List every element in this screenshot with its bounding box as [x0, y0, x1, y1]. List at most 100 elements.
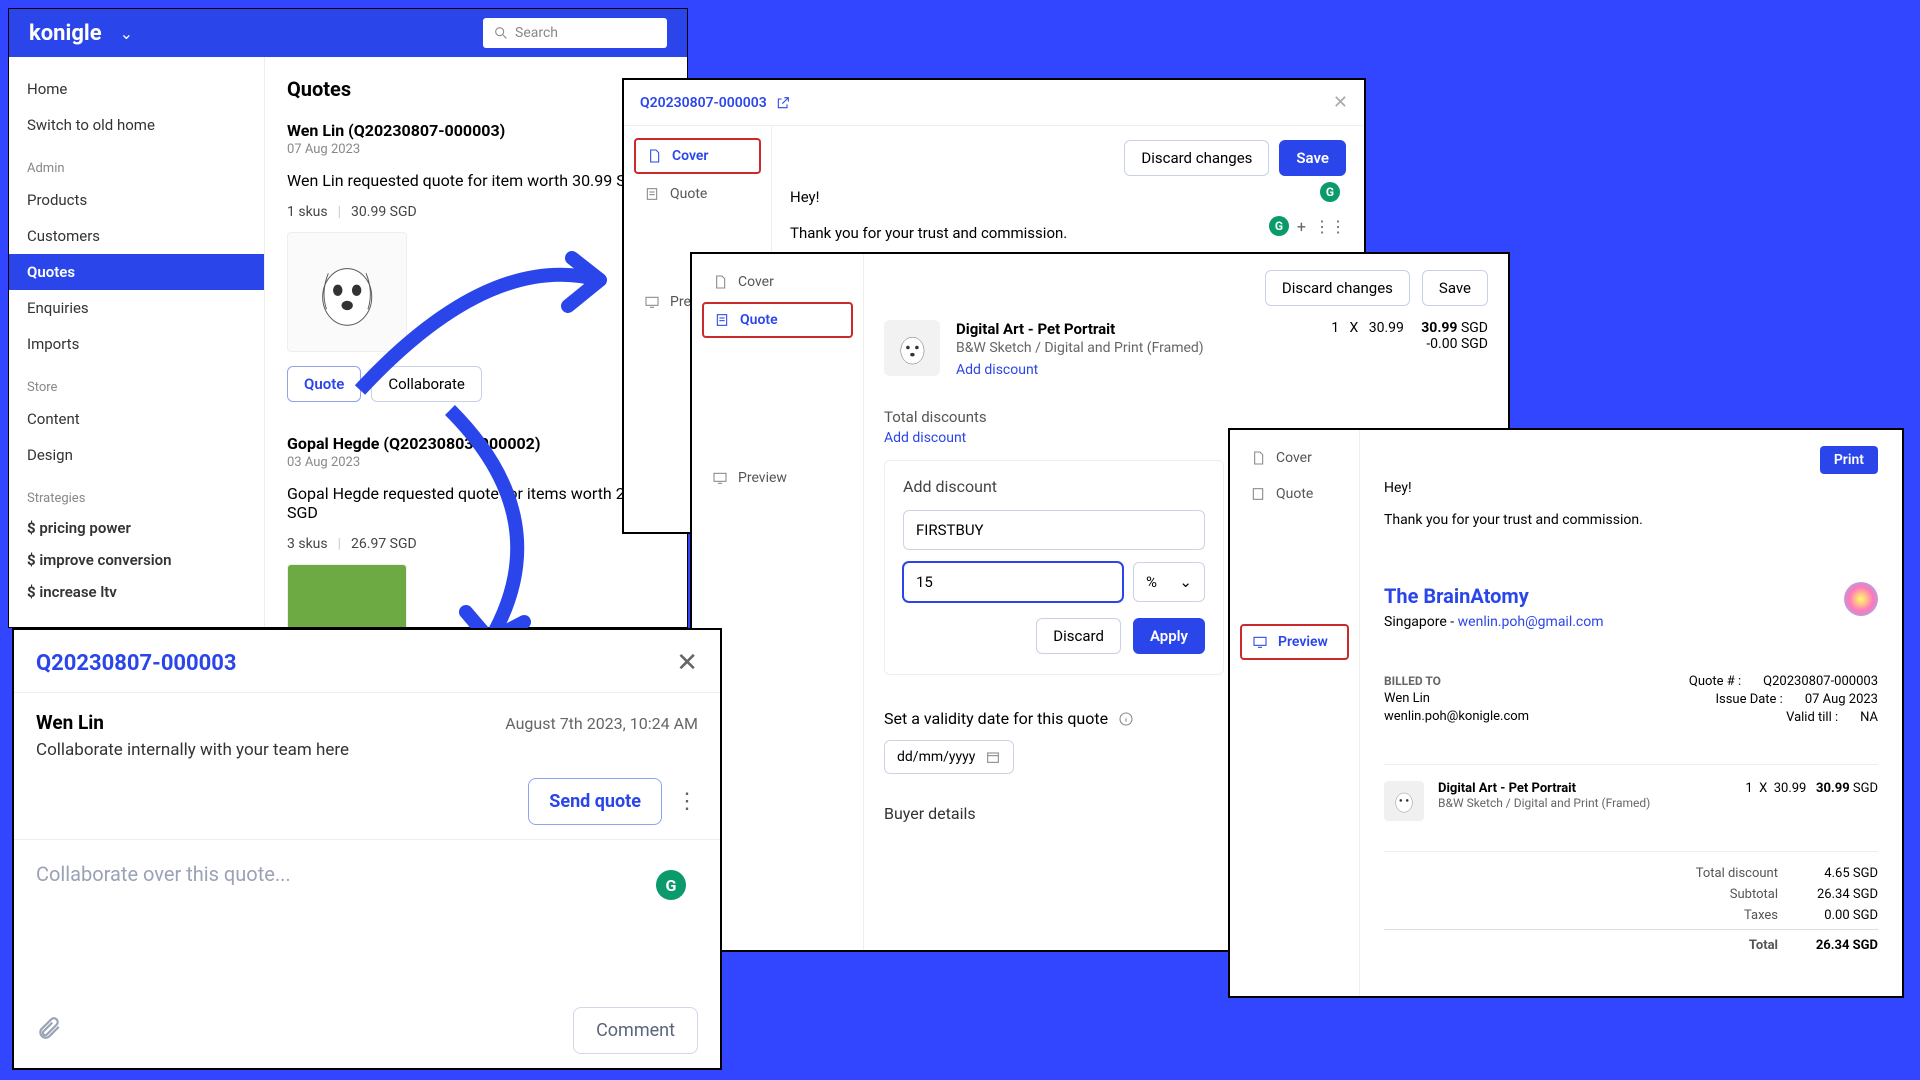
item-unit-price: 30.99 [1369, 320, 1404, 336]
preview-greeting: Hey! [1384, 480, 1878, 496]
save-button[interactable]: Save [1422, 270, 1488, 306]
quote-no: Q20230807-000003 [1763, 674, 1878, 689]
quote-meta: 1 skus|30.99 SGD [287, 204, 665, 220]
issue-date-label: Issue Date : [1715, 692, 1782, 707]
editor-inline-toolbar[interactable]: G + ⋮⋮ [1269, 216, 1346, 236]
search-input[interactable]: Search [483, 18, 667, 48]
sidebar-item-products[interactable]: Products [9, 182, 264, 218]
quote-icon [644, 186, 660, 202]
nav-preview[interactable]: Preview [702, 462, 853, 494]
nav-label: Cover [738, 274, 774, 290]
nav-label: Preview [1278, 634, 1328, 650]
sidebar-item-home[interactable]: Home [9, 71, 264, 107]
discount-value-input[interactable] [903, 562, 1123, 602]
nav-quote[interactable]: Quote [1240, 478, 1349, 510]
item-name: Digital Art - Pet Portrait [1438, 781, 1650, 796]
nav-quote[interactable]: Quote [634, 178, 761, 210]
item-subtotal: 30.99 [1816, 781, 1850, 796]
nav-quote[interactable]: Quote [702, 302, 853, 338]
quote-skus: 1 skus [287, 204, 328, 220]
billed-to-email: wenlin.poh@konigle.com [1384, 709, 1529, 724]
valid-till: NA [1860, 710, 1878, 725]
drag-handle-icon[interactable]: ⋮⋮ [1314, 217, 1346, 236]
document-icon [712, 274, 728, 290]
cover-text-line2[interactable]: Thank you for your trust and commission. [790, 224, 1346, 242]
sidebar-strategy-ltv[interactable]: increase ltv [9, 576, 264, 608]
subtotal: 26.34 [1817, 887, 1850, 902]
plus-icon[interactable]: + [1297, 217, 1306, 236]
brand-logo: konigle [29, 21, 102, 46]
timestamp: August 7th 2023, 10:24 AM [505, 714, 698, 733]
sidebar-item-enquiries[interactable]: Enquiries [9, 290, 264, 326]
quote-thumbnail [287, 564, 407, 627]
sidebar-group-admin: Admin [9, 155, 264, 182]
discard-button[interactable]: Discard changes [1265, 270, 1410, 306]
item-name: Digital Art - Pet Portrait [956, 320, 1204, 338]
cover-text-line1[interactable]: Hey! [790, 188, 1346, 206]
quote-title: Wen Lin (Q20230807-000003) [287, 121, 665, 140]
discount-discard-button[interactable]: Discard [1036, 618, 1121, 654]
quote-skus: 3 skus [287, 536, 328, 552]
discount-code-input[interactable] [903, 510, 1205, 550]
quote-meta-block: Quote # :Q20230807-000003 Issue Date :07… [1689, 674, 1878, 728]
grammarly-icon[interactable]: G [1269, 216, 1289, 236]
close-icon[interactable]: ✕ [676, 648, 698, 678]
discount-apply-button[interactable]: Apply [1133, 618, 1205, 654]
close-icon[interactable]: ✕ [1333, 92, 1348, 113]
search-placeholder: Search [515, 25, 558, 41]
comment-button[interactable]: Comment [573, 1007, 698, 1054]
quote-button[interactable]: Quote [287, 366, 361, 402]
add-discount-link[interactable]: Add discount [956, 362, 1204, 378]
kebab-menu-icon[interactable]: ⋮ [676, 789, 698, 814]
sidebar-strategy-pricing[interactable]: pricing power [9, 512, 264, 544]
total-label: Total [1658, 938, 1778, 953]
sidebar-item-switch[interactable]: Switch to old home [9, 107, 264, 143]
nav-label: Preview [738, 470, 787, 486]
nav-cover[interactable]: Cover [702, 266, 853, 298]
collaborate-button[interactable]: Collaborate [371, 366, 482, 402]
grammarly-icon[interactable]: G [656, 870, 686, 900]
item-qty: 1 [1331, 320, 1339, 336]
nav-cover[interactable]: Cover [1240, 442, 1349, 474]
sidebar-strategy-conversion[interactable]: improve conversion [9, 544, 264, 576]
discount-unit-label: % [1146, 573, 1157, 591]
attachment-icon[interactable] [36, 1015, 62, 1047]
nav-label: Cover [672, 148, 708, 164]
sidebar-item-imports[interactable]: Imports [9, 326, 264, 362]
info-icon[interactable] [1118, 711, 1134, 727]
print-button[interactable]: Print [1820, 446, 1878, 474]
sidebar-item-design[interactable]: Design [9, 437, 264, 473]
item-qty: 1 [1745, 781, 1752, 796]
dog-sketch-icon [1388, 785, 1420, 817]
save-button[interactable]: Save [1279, 140, 1346, 176]
nav-label: Quote [670, 186, 707, 202]
item-discount-line: -0.00 SGD [1331, 336, 1488, 352]
compose-box[interactable]: Collaborate over this quote... G [14, 840, 720, 908]
sidebar-item-content[interactable]: Content [9, 401, 264, 437]
quote-id-link[interactable]: Q20230807-000003 [36, 651, 237, 676]
taxes: 0.00 [1824, 908, 1849, 923]
quote-amount: 30.99 SGD [351, 204, 417, 220]
monitor-icon [644, 294, 660, 310]
collaborate-modal: Q20230807-000003 ✕ Wen Lin August 7th 20… [12, 628, 722, 1070]
quote-meta: 3 skus|26.97 SGD [287, 536, 665, 552]
quote-amount: 26.97 SGD [351, 536, 417, 552]
currency: SGD [1853, 781, 1878, 796]
nav-preview[interactable]: Preview [1240, 624, 1349, 660]
grammarly-icon[interactable]: G [1320, 182, 1340, 202]
nav-cover[interactable]: Cover [634, 138, 761, 174]
document-icon [646, 148, 662, 164]
totals-block: Total discount4.65 SGD Subtotal26.34 SGD… [1384, 851, 1878, 953]
quote-id-link[interactable]: Q20230807-000003 [640, 95, 791, 111]
send-quote-button[interactable]: Send quote [528, 778, 662, 825]
billed-to-label: BILLED TO [1384, 674, 1529, 688]
item-variant: B&W Sketch / Digital and Print (Framed) [956, 340, 1204, 356]
validity-date-input[interactable]: dd/mm/yyyy [884, 740, 1014, 774]
brand-chevron-icon[interactable]: ⌄ [120, 24, 133, 43]
discount-unit-select[interactable]: % ⌄ [1133, 562, 1205, 602]
sidebar-item-quotes[interactable]: Quotes [9, 254, 264, 290]
discard-button[interactable]: Discard changes [1124, 140, 1269, 176]
total: 26.34 [1816, 938, 1850, 953]
company-email-link[interactable]: wenlin.poh@gmail.com [1458, 614, 1604, 630]
sidebar-item-customers[interactable]: Customers [9, 218, 264, 254]
